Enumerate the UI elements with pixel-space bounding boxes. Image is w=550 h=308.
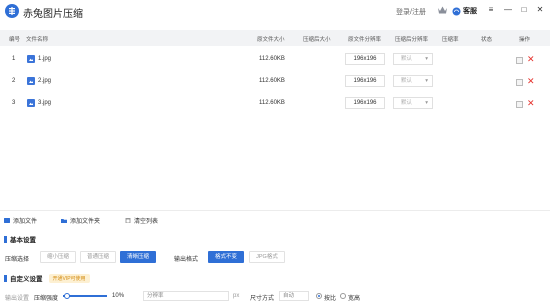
delete-icon[interactable]: ✕ — [527, 55, 535, 64]
table-row[interactable]: 1 1.jpg 112.60KB 196x196 默认 ▾ ✕ — [0, 48, 550, 70]
target-resolution-select[interactable]: 默认 ▾ — [393, 75, 433, 87]
chevron-down-icon: ▾ — [425, 100, 428, 106]
col-status: 状态 — [481, 37, 493, 43]
clear-list-button[interactable]: 清空列表 — [125, 216, 158, 225]
px-suffix: px — [233, 293, 240, 299]
col-action: 操作 — [519, 37, 531, 43]
folder-icon[interactable] — [516, 79, 523, 86]
col-index: 编号 — [9, 37, 21, 43]
customer-service-label: 客服 — [463, 8, 477, 15]
table-row[interactable]: 3 3.jpg 112.60KB 196x196 默认 ▾ ✕ — [0, 92, 550, 114]
close-button[interactable]: ✕ — [535, 5, 545, 14]
resolution-input[interactable]: 分辨率 — [143, 291, 229, 301]
section-marker — [4, 235, 7, 243]
orig-size: 112.60KB — [259, 78, 285, 84]
add-folder-label: 添加文件夹 — [70, 219, 101, 225]
clear-list-label: 清空列表 — [134, 219, 159, 225]
target-resolution-select[interactable]: 默认 ▾ — [393, 53, 433, 65]
title-bar: 赤兔图片压缩 登录/注册 客服 ≡ — □ ✕ — [0, 0, 550, 22]
section-marker — [4, 274, 7, 282]
col-ratio: 压缩率 — [442, 37, 459, 43]
format-jpg-button[interactable]: JPG格式 — [249, 251, 285, 263]
image-file-icon — [27, 99, 35, 107]
quality-percent-number: 10 — [112, 293, 119, 299]
orig-size: 112.60KB — [259, 56, 285, 62]
col-name: 文件名称 — [26, 37, 49, 43]
col-comp-res: 压缩后分辨率 — [395, 37, 429, 43]
row-index: 1 — [12, 56, 16, 62]
chevron-down-icon: ▾ — [425, 78, 428, 84]
image-file-icon — [27, 77, 35, 85]
orig-resolution: 196x196 — [345, 53, 385, 65]
chevron-down-icon: ▾ — [425, 56, 428, 62]
basic-settings-title: 基本设置 — [10, 237, 36, 244]
app-logo-icon — [5, 4, 19, 18]
image-file-icon — [27, 55, 35, 63]
target-resolution-value: 默认 — [401, 78, 413, 84]
login-register-link[interactable]: 登录/注册 — [396, 7, 426, 17]
menu-button[interactable]: ≡ — [486, 5, 496, 14]
col-orig-res: 原文件分辨率 — [348, 37, 382, 43]
col-orig-size: 原文件大小 — [257, 37, 285, 43]
mode-normal-button[interactable]: 普通压缩 — [80, 251, 116, 263]
headset-icon — [452, 7, 461, 15]
orig-size: 112.60KB — [259, 100, 285, 106]
target-resolution-select[interactable]: 默认 ▾ — [393, 97, 433, 109]
quality-value: 10% — [112, 293, 124, 299]
customer-service-button[interactable]: 客服 — [452, 6, 477, 16]
compress-mode-label: 压缩选择 — [5, 257, 30, 263]
folder-icon[interactable] — [516, 101, 523, 108]
maximize-button[interactable]: □ — [519, 5, 529, 14]
row-index: 2 — [12, 78, 16, 84]
folder-icon — [61, 219, 67, 223]
orig-resolution: 196x196 — [345, 97, 385, 109]
folder-icon[interactable] — [516, 57, 523, 64]
table-row[interactable]: 2 2.jpg 112.60KB 196x196 默认 ▾ ✕ — [0, 70, 550, 92]
trash-icon — [125, 218, 131, 223]
output-format-label: 输出格式 — [174, 257, 199, 263]
file-name: 3.jpg — [38, 100, 52, 106]
radio-wh-label: 宽高 — [348, 296, 361, 302]
add-file-icon — [4, 218, 10, 223]
format-keep-button[interactable]: 格式不变 — [208, 251, 244, 263]
mode-clear-button[interactable]: 清晰压缩 — [120, 251, 156, 263]
row-index: 3 — [12, 100, 16, 106]
orig-resolution: 196x196 — [345, 75, 385, 87]
vip-badge[interactable]: 开通VIP可使用 — [48, 273, 90, 283]
minimize-button[interactable]: — — [503, 5, 513, 14]
quality-label: 压缩强度 — [34, 296, 59, 302]
add-folder-button[interactable]: 添加文件夹 — [61, 216, 100, 225]
file-name: 1.jpg — [38, 56, 52, 62]
basic-settings-heading: 基本设置 — [4, 234, 36, 244]
radio-ratio[interactable] — [316, 293, 322, 299]
size-mode-label: 尺寸方式 — [250, 296, 275, 302]
app-title: 赤兔图片压缩 — [23, 9, 83, 20]
quality-percent-suffix: % — [118, 293, 125, 299]
custom-settings-heading: 自定义设置 开通VIP可使用 — [4, 273, 90, 283]
mode-shrink-button[interactable]: 缩小压缩 — [40, 251, 76, 263]
target-resolution-value: 默认 — [401, 56, 413, 62]
size-mode-select[interactable]: 自动 — [279, 291, 309, 301]
add-file-button[interactable]: 添加文件 — [4, 216, 37, 225]
add-file-label: 添加文件 — [13, 219, 38, 225]
col-comp-size: 压缩后大小 — [303, 37, 331, 43]
file-table-header: 编号 文件名称 原文件大小 压缩后大小 原文件分辨率 压缩后分辨率 压缩率 状态… — [0, 30, 550, 46]
custom-settings-title: 自定义设置 — [10, 276, 43, 283]
delete-icon[interactable]: ✕ — [527, 99, 535, 108]
quality-slider-handle[interactable] — [64, 293, 71, 299]
radio-wh[interactable] — [340, 293, 346, 299]
delete-icon[interactable]: ✕ — [527, 77, 535, 86]
divider — [0, 210, 550, 211]
target-resolution-value: 默认 — [401, 100, 413, 106]
file-name: 2.jpg — [38, 78, 52, 84]
output-settings-label: 输出设置 — [5, 296, 30, 302]
vip-crown-icon[interactable] — [437, 5, 448, 17]
radio-ratio-label: 按比 — [324, 296, 337, 302]
